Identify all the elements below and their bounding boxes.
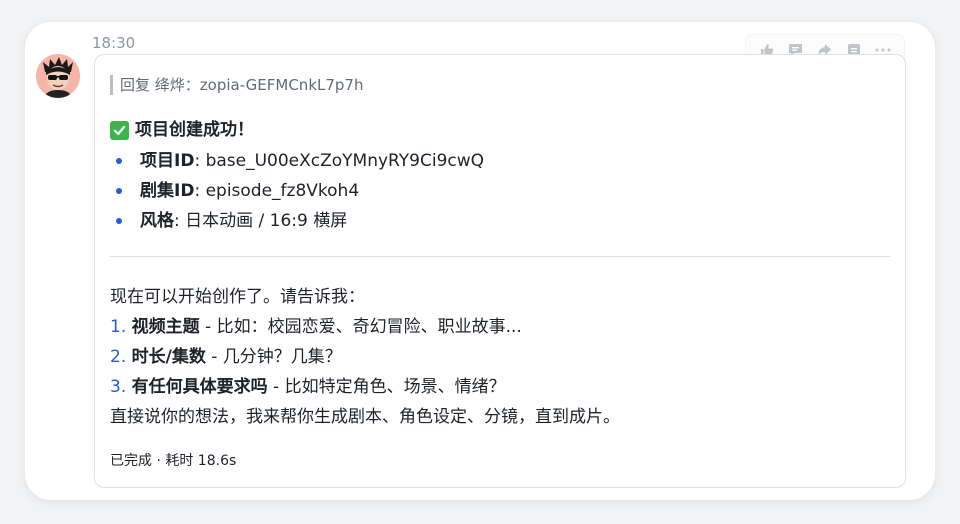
info-label: 风格: [140, 211, 174, 231]
info-label: 剧集ID: [140, 181, 195, 201]
list-item: 2. 时长/集数 - 几分钟？几集？: [110, 342, 620, 372]
question-title: 有任何具体要求吗: [131, 377, 268, 397]
divider: [110, 256, 890, 257]
question-title: 视频主题: [131, 317, 200, 337]
question-desc: - 比如：校园恋爱、奇幻冒险、职业故事...: [199, 317, 522, 337]
info-value: : episode_fz8Vkoh4: [194, 181, 360, 201]
completion-status: 已完成 · 耗时 18.6s: [110, 453, 237, 469]
info-label: 项目ID: [140, 151, 195, 171]
list-item: 3. 有任何具体要求吗 - 比如特定角色、场景、情绪？: [110, 372, 620, 402]
closing-text: 直接说你的想法，我来帮你生成剧本、角色设定、分镜，直到成片。: [110, 407, 620, 427]
list-number: 2.: [110, 347, 127, 367]
success-heading: 项目创建成功！: [110, 118, 254, 142]
list-item: 剧集ID: episode_fz8Vkoh4: [110, 176, 484, 206]
question-desc: - 几分钟？几集？: [205, 347, 342, 367]
bullet-icon: [116, 158, 122, 164]
project-info-list: 项目ID: base_U00eXcZoYMnyRY9Ci9cwQ 剧集ID: e…: [110, 146, 484, 236]
list-number: 3.: [110, 377, 127, 397]
message-timestamp: 18:30: [92, 34, 136, 52]
success-title: 项目创建成功！: [135, 120, 254, 140]
info-value: : 日本动画 / 16:9 横屏: [174, 211, 348, 231]
list-item: 项目ID: base_U00eXcZoYMnyRY9Ci9cwQ: [110, 146, 484, 176]
bullet-icon: [116, 218, 122, 224]
intro-text: 现在可以开始创作了。请告诉我：: [110, 287, 365, 307]
check-mark-icon: [110, 120, 129, 140]
avatar[interactable]: [36, 54, 80, 98]
question-desc: - 比如特定角色、场景、情绪？: [267, 377, 506, 397]
avatar-illustration: [36, 54, 80, 98]
bullet-icon: [116, 188, 122, 194]
list-number: 1.: [110, 317, 127, 337]
reply-quote[interactable]: 回复 绛烨：zopia-GEFMCnkL7p7h: [110, 75, 363, 95]
question-title: 时长/集数: [131, 347, 206, 367]
list-item: 风格: 日本动画 / 16:9 横屏: [110, 206, 484, 236]
list-item: 1. 视频主题 - 比如：校园恋爱、奇幻冒险、职业故事...: [110, 312, 620, 342]
info-value: : base_U00eXcZoYMnyRY9Ci9cwQ: [194, 151, 485, 171]
message-body: 现在可以开始创作了。请告诉我： 1. 视频主题 - 比如：校园恋爱、奇幻冒险、职…: [110, 282, 620, 432]
